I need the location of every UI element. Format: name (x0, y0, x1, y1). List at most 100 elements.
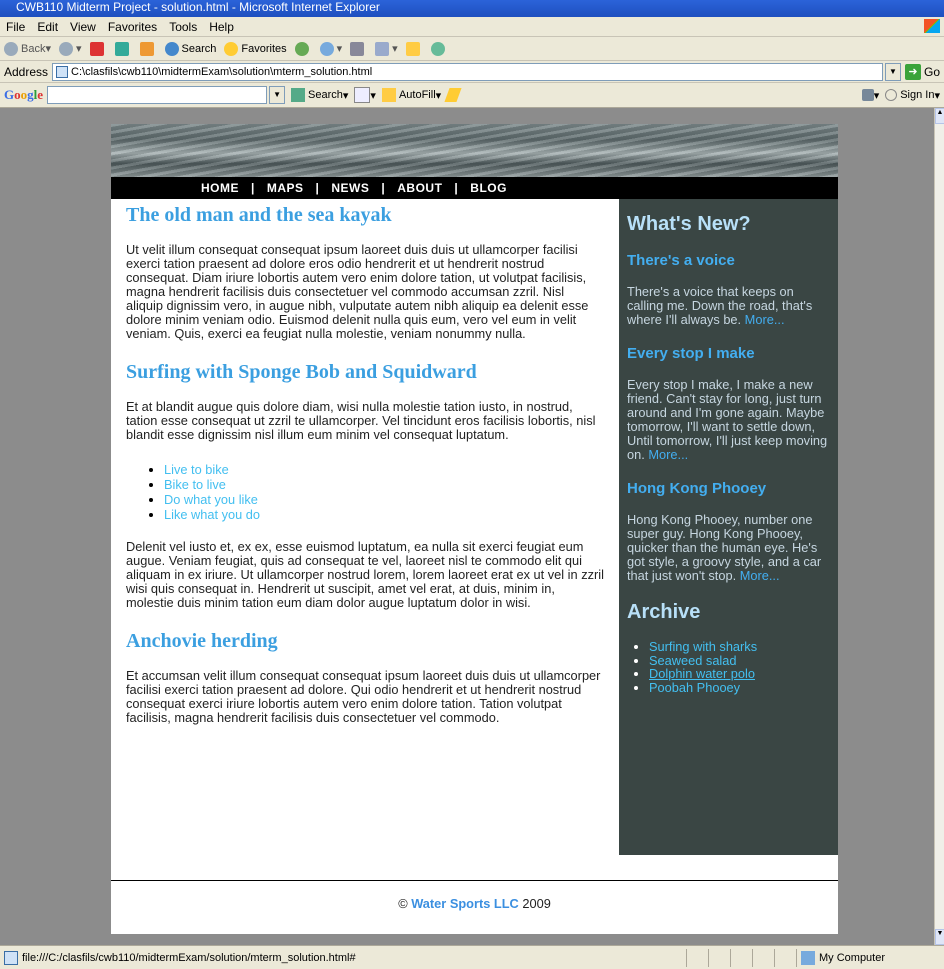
sign-in-button[interactable]: Sign In ▾ (885, 89, 940, 102)
sidebar-item-heading: There's a voice (627, 252, 735, 269)
edit-button[interactable]: ▾ (375, 41, 398, 56)
list-link[interactable]: Do what you like (164, 492, 604, 507)
menu-file[interactable]: File (6, 20, 25, 34)
print-button[interactable] (350, 41, 367, 56)
link-list: Live to bike Bike to live Do what you li… (164, 462, 604, 522)
vertical-scrollbar[interactable]: ▲ ▼ (934, 108, 944, 945)
home-button[interactable] (139, 41, 157, 56)
archive-link[interactable]: Seaweed salad (649, 653, 830, 668)
archive-link[interactable]: Poobah Phooey (649, 680, 830, 695)
history-button[interactable] (294, 41, 312, 56)
search-icon (164, 41, 179, 56)
folder-button[interactable] (405, 41, 423, 56)
google-search-input[interactable] (47, 86, 268, 104)
messenger-icon (430, 41, 445, 56)
go-button[interactable]: ➜ Go (904, 63, 940, 80)
google-search-dropdown[interactable]: ▼ (269, 86, 286, 104)
scroll-down-button[interactable]: ▼ (935, 929, 944, 945)
window-title-bar: CWB110 Midterm Project - solution.html -… (0, 0, 944, 17)
history-icon (294, 41, 309, 56)
ocean-banner-image (111, 124, 838, 177)
nav-home[interactable]: HOME (201, 181, 239, 195)
nav-separator: | (251, 181, 255, 195)
settings-button[interactable]: ▾ (861, 89, 879, 102)
more-link[interactable]: More... (648, 447, 688, 462)
menu-edit[interactable]: Edit (37, 20, 58, 34)
menu-bar: File Edit View Favorites Tools Help (0, 17, 944, 37)
menu-view[interactable]: View (70, 20, 96, 34)
status-cell (752, 948, 774, 967)
list-link[interactable]: Live to bike (164, 462, 604, 477)
back-button[interactable]: Back ▾ (4, 41, 51, 56)
edit-icon (375, 41, 390, 56)
article-heading: Surfing with Sponge Bob and Squidward (126, 361, 477, 383)
web-page: HOME | MAPS | NEWS | ABOUT | BLOG The old ma… (111, 124, 838, 934)
popup-icon (354, 87, 371, 103)
site-nav: HOME | MAPS | NEWS | ABOUT | BLOG (111, 177, 838, 199)
go-arrow-icon: ➜ (904, 63, 921, 80)
menu-favorites[interactable]: Favorites (108, 20, 157, 34)
google-logo: Google (4, 87, 44, 102)
main-content: The old man and the sea kayak Ut velit i… (126, 204, 604, 745)
nav-about[interactable]: ABOUT (397, 181, 442, 195)
stop-button[interactable] (89, 41, 107, 56)
print-icon (350, 41, 365, 56)
popup-blocker-button[interactable]: ▾ (354, 87, 376, 103)
address-input[interactable]: C:\clasfils\cwb110\midtermExam\solution\… (52, 62, 883, 81)
mail-icon (319, 41, 334, 56)
window-title: CWB110 Midterm Project - solution.html -… (16, 0, 380, 14)
archive-title: Archive (627, 601, 701, 623)
refresh-button[interactable] (114, 41, 132, 56)
autofill-button[interactable]: AutoFill ▾ (381, 88, 441, 102)
google-search-button[interactable]: Search ▾ (291, 88, 348, 102)
back-arrow-icon (4, 41, 18, 56)
google-search-icon (291, 88, 306, 102)
highlighter-button[interactable] (444, 88, 462, 102)
copyright-symbol: © (398, 896, 408, 911)
refresh-icon (114, 41, 129, 56)
list-link[interactable]: Bike to live (164, 477, 604, 492)
nav-news[interactable]: NEWS (331, 181, 369, 195)
pencil-icon (444, 88, 462, 102)
status-bar: file:///C:/clasfils/cwb110/midtermExam/s… (0, 945, 944, 969)
address-dropdown-button[interactable]: ▼ (884, 62, 901, 81)
nav-separator: | (454, 181, 459, 195)
address-label: Address (4, 64, 49, 79)
page-status-icon (4, 950, 18, 965)
more-link[interactable]: More... (740, 568, 780, 583)
list-link[interactable]: Like what you do (164, 507, 604, 522)
status-cell (708, 948, 730, 967)
footer-divider (111, 880, 838, 881)
search-button[interactable]: Search (164, 41, 216, 56)
nav-blog[interactable]: BLOG (470, 181, 507, 195)
address-bar: Address C:\clasfils\cwb110\midtermExam\s… (0, 61, 944, 83)
archive-link[interactable]: Dolphin water polo (649, 667, 830, 681)
sidebar-title: What's New? (627, 213, 751, 235)
status-cell (686, 948, 708, 967)
archive-list: Surfing with sharks Seaweed salad Dolphi… (649, 640, 830, 694)
footer: © Water Sports LLC 2009 (111, 896, 838, 911)
windows-logo-icon (924, 19, 940, 33)
sidebar-item-heading: Hong Kong Phooey (627, 480, 767, 497)
security-zone: My Computer (796, 948, 944, 967)
nav-separator: | (381, 181, 386, 195)
archive-link[interactable]: Surfing with sharks (649, 640, 830, 654)
article-paragraph: Et at blandit augue quis dolore diam, wi… (126, 399, 596, 442)
scroll-up-button[interactable]: ▲ (935, 108, 944, 124)
sidebar-item-text: Hong Kong Phooey, number one super guy. … (627, 512, 822, 583)
article-heading: The old man and the sea kayak (126, 204, 392, 226)
sidebar: What's New? There's a voice There's a vo… (619, 199, 838, 855)
status-cell (730, 948, 752, 967)
wrench-icon (861, 89, 874, 101)
forward-button[interactable]: ▾ (59, 41, 82, 56)
menu-tools[interactable]: Tools (169, 20, 197, 34)
favorites-button[interactable]: Favorites (224, 41, 287, 56)
nav-maps[interactable]: MAPS (267, 181, 304, 195)
standard-toolbar: Back ▾ ▾ Search Favorites ▾ ▾ (0, 37, 944, 61)
messenger-button[interactable] (430, 41, 448, 56)
more-link[interactable]: More... (745, 312, 785, 327)
footer-brand-link[interactable]: Water Sports LLC (411, 896, 519, 911)
page-icon (56, 65, 69, 78)
mail-button[interactable]: ▾ (319, 41, 342, 56)
menu-help[interactable]: Help (209, 20, 234, 34)
